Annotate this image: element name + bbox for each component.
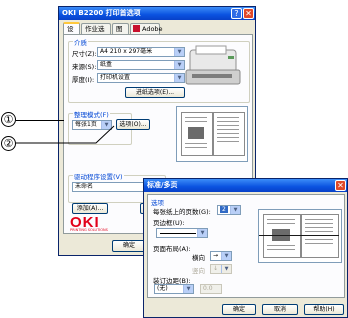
standard-multipage-dialog: 标准/多页 ✕ 选项 每张纸上的页数(G): 2 ▼ 页边框(U): ▼ 页面布… xyxy=(143,178,348,318)
source-label: 来源(S): xyxy=(72,63,97,71)
preview-page-right xyxy=(213,112,245,156)
pages-per-sheet-value: 2 xyxy=(220,206,228,213)
binding-margin-spinner[interactable]: 0.0 xyxy=(200,284,222,294)
chevron-down-icon: ▼ xyxy=(183,285,193,293)
dialog-preview-page-right xyxy=(301,214,339,258)
chevron-down-icon: ▼ xyxy=(174,74,184,82)
tab-job-options[interactable]: 作业选项 xyxy=(81,23,111,43)
dialog-layout-preview xyxy=(258,209,342,263)
source-select[interactable]: 纸盒 ▼ xyxy=(97,60,185,70)
title-bar: OKI B2200 打印首选项 xyxy=(59,7,255,20)
dialog-help-button[interactable]: 帮助(H) xyxy=(304,304,344,315)
dialog-title-bar: 标准/多页 xyxy=(144,179,347,192)
border-line-sample xyxy=(160,233,196,234)
chevron-down-icon: ▼ xyxy=(174,61,184,69)
close-button[interactable]: ✕ xyxy=(243,8,254,19)
layout-preview xyxy=(176,106,248,162)
vertical-label: 竖向 xyxy=(192,267,205,275)
window-title: OKI B2200 打印首选项 xyxy=(62,9,141,17)
dialog-preview-page-left xyxy=(263,214,301,258)
weight-label: 厚度(I): xyxy=(72,76,95,84)
chevron-down-icon: ▼ xyxy=(197,229,207,237)
printer-image xyxy=(185,45,241,85)
fold-line xyxy=(259,235,339,236)
size-value: A4 210 x 297毫米 xyxy=(100,48,153,55)
weight-value: 打印机设置 xyxy=(100,74,131,81)
horizontal-label: 横向 xyxy=(192,254,205,262)
driver-settings-value: 未命名 xyxy=(75,183,94,190)
oki-logo-subtitle: PRINTING SOLUTIONS xyxy=(70,228,108,232)
pages-per-sheet-label: 每张纸上的页数(G): xyxy=(153,208,211,216)
size-select[interactable]: A4 210 x 297毫米 ▼ xyxy=(97,47,185,57)
dialog-close-button[interactable]: ✕ xyxy=(335,180,346,191)
bird-image xyxy=(188,127,204,139)
tab-image[interactable]: 图像 xyxy=(112,23,129,43)
help-title-button[interactable]: ? xyxy=(231,8,242,19)
weight-select[interactable]: 打印机设置 ▼ xyxy=(97,73,185,83)
pages-per-sheet-select[interactable]: 2 ▼ xyxy=(217,205,241,215)
size-label: 尺寸(Z): xyxy=(72,50,97,58)
preview-page-left xyxy=(181,112,213,156)
adobe-icon xyxy=(133,25,140,32)
dialog-title: 标准/多页 xyxy=(147,181,178,189)
dialog-cancel-button[interactable]: 取消 xyxy=(262,304,298,315)
callout-1: ① xyxy=(1,112,16,127)
binding-margin-select[interactable]: (无) ▼ xyxy=(154,284,194,294)
chevron-down-icon: ▼ xyxy=(174,48,184,56)
tab-strip: 设置 作业选项 图像 Adobe xyxy=(63,22,251,43)
chevron-down-icon: ▼ xyxy=(221,252,231,260)
chevron-down-icon: ▼ xyxy=(230,206,240,214)
callout-2-line xyxy=(16,125,115,144)
dialog-ok-button[interactable]: 确定 xyxy=(222,304,256,315)
driver-settings-label: 驱动程序设置(V) xyxy=(73,171,124,181)
arrow-down-icon: ↓ xyxy=(213,265,219,272)
border-label: 页边框(U): xyxy=(153,219,185,227)
page-layout-label: 页面布局(A): xyxy=(153,245,191,253)
add-button[interactable]: 添加(A)... xyxy=(72,203,108,214)
ok-button[interactable]: 确定 xyxy=(112,240,146,252)
source-value: 纸盒 xyxy=(100,61,113,68)
chevron-down-icon: ▼ xyxy=(221,265,231,273)
binding-margin-value: (无) xyxy=(157,285,168,292)
margin-spinner-value: 0.0 xyxy=(203,285,213,292)
tab-setup[interactable]: 设置 xyxy=(63,22,80,43)
vertical-order-select[interactable]: ↓ ▼ xyxy=(210,264,232,274)
paper-feed-options-button[interactable]: 进纸选项(E)... xyxy=(125,87,185,98)
arrow-right-icon: → xyxy=(213,252,219,259)
options-panel: 选项 每张纸上的页数(G): 2 ▼ 页边框(U): ▼ 页面布局(A): 横向… xyxy=(147,194,345,298)
callout-2: ② xyxy=(1,136,16,151)
horizontal-order-select[interactable]: → ▼ xyxy=(210,251,232,261)
options-button[interactable]: 选项(O)... xyxy=(116,119,150,130)
tab-adobe-label: Adobe xyxy=(142,25,163,33)
media-group-label: 介质 xyxy=(73,37,88,47)
tab-adobe[interactable]: Adobe xyxy=(130,23,163,34)
border-select[interactable]: ▼ xyxy=(156,228,208,238)
